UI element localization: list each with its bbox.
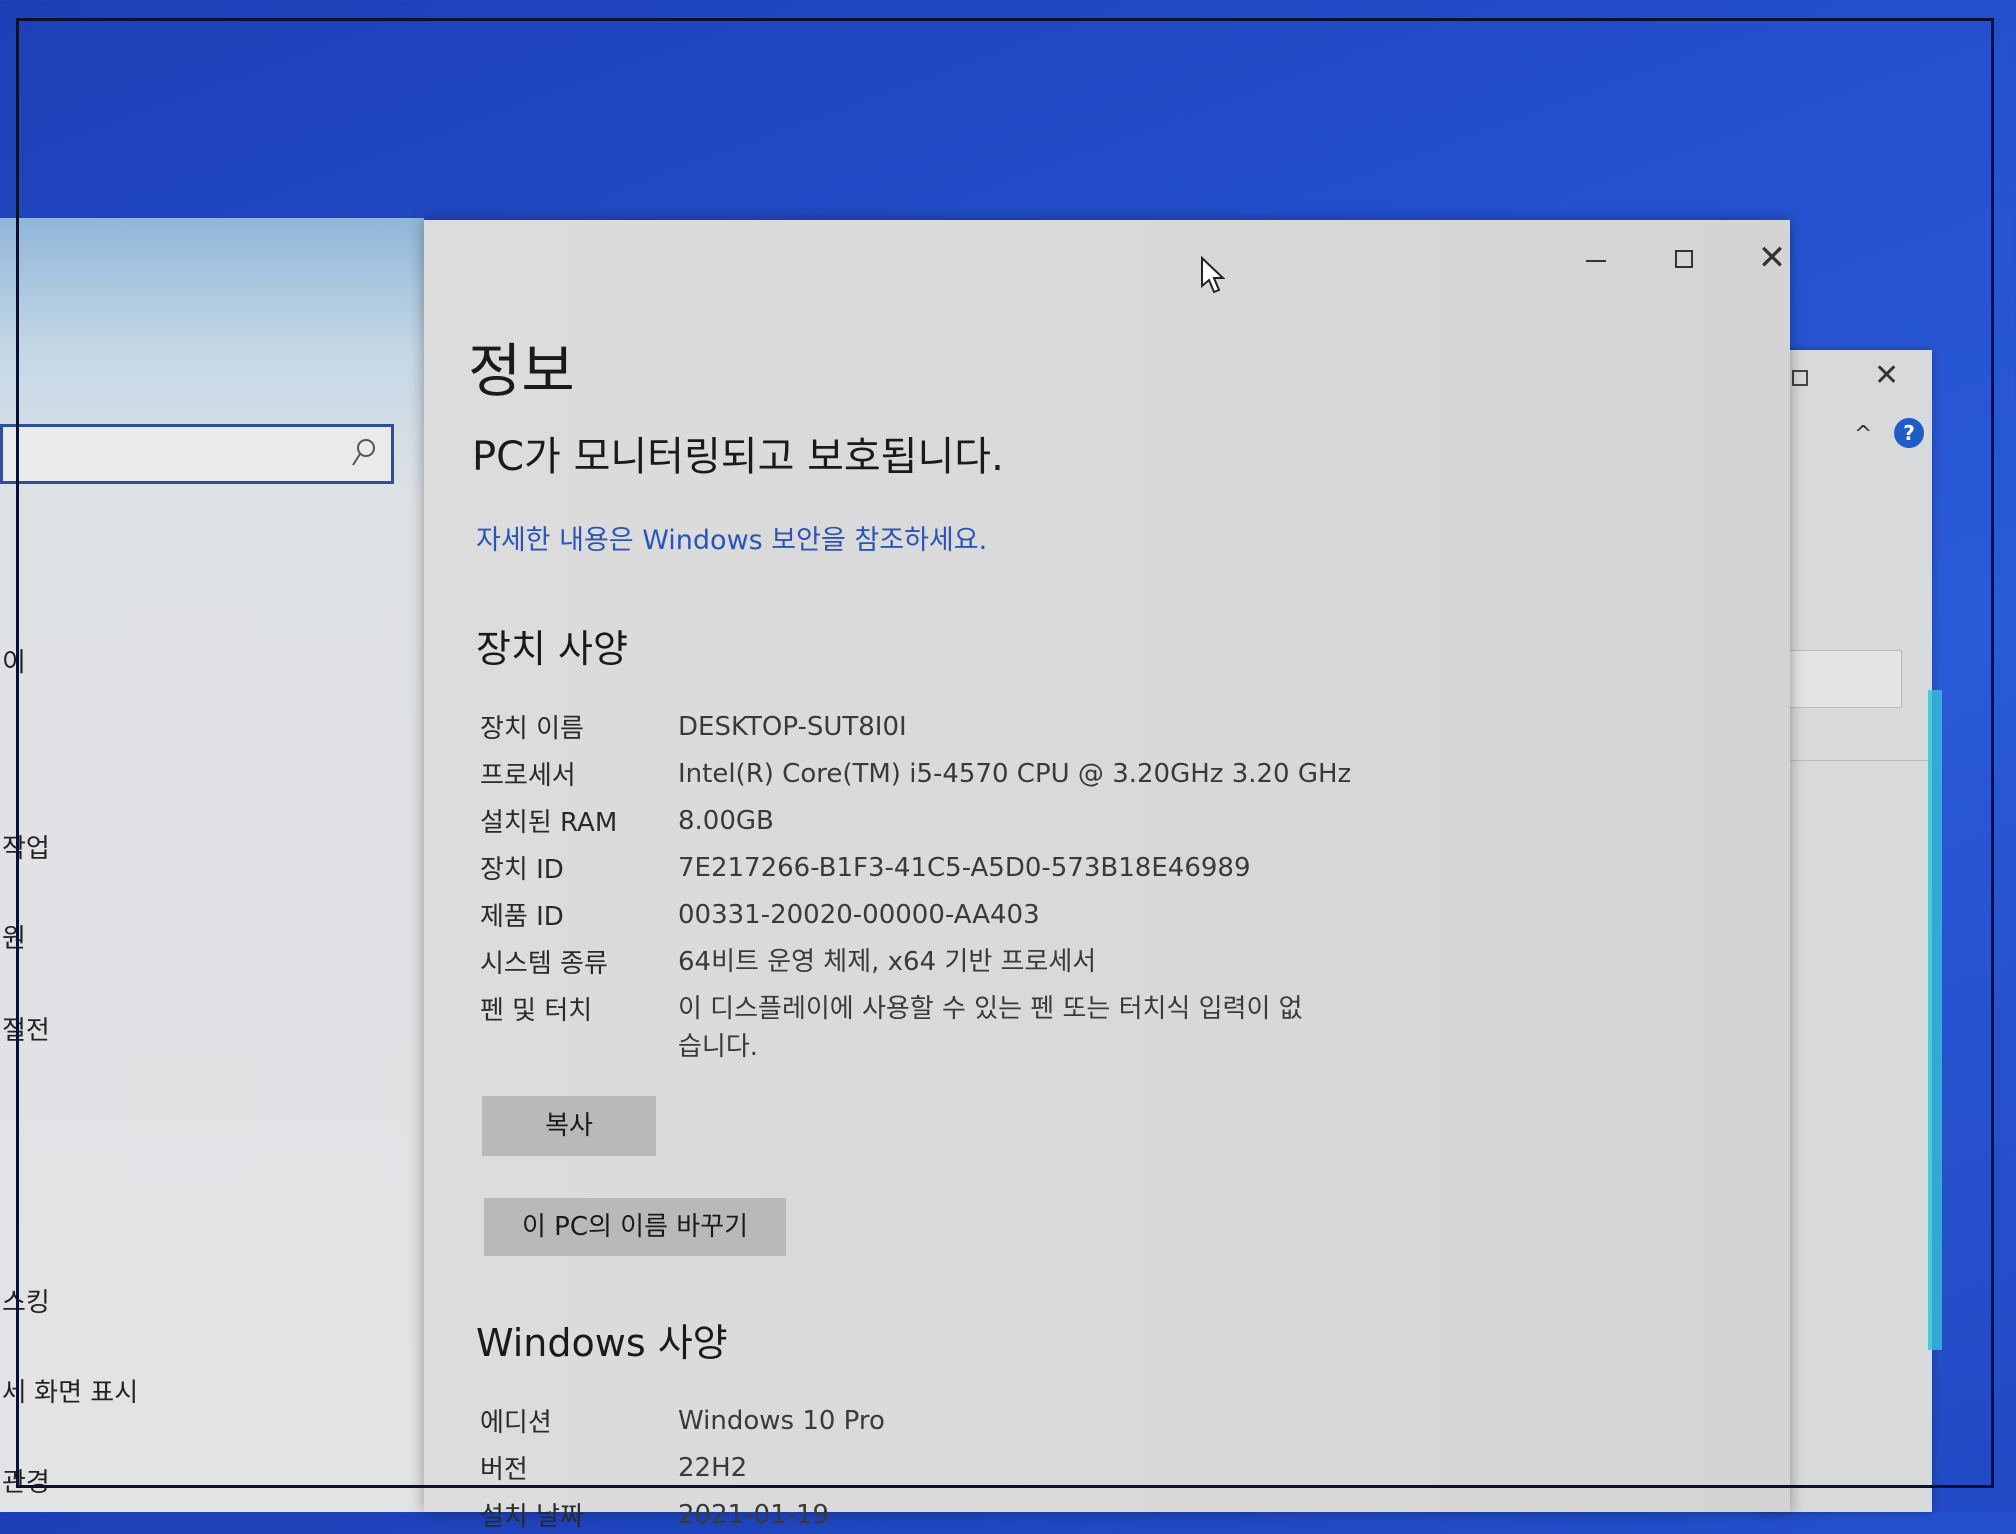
background-accent-strip [1928,690,1942,1350]
spec-value: 22H2 [678,1453,748,1483]
spec-value: 8.00GB [678,806,774,836]
spec-label: 장치 ID [480,855,564,885]
sidebar-item-6[interactable]: 세 화면 표시 [2,1372,138,1409]
sidebar-item-7[interactable]: 관경 [2,1462,50,1499]
spec-value: 7E217266-B1F3-41C5-A5D0-573B18E46989 [678,853,1251,883]
sidebar-item-2[interactable]: 작업 [2,828,50,865]
chevron-up-icon[interactable]: ^ [1854,422,1872,447]
background-input-field[interactable] [1780,650,1902,708]
spec-label: 펜 및 터치 [480,996,593,1026]
windows-specs-heading: Windows 사양 [476,1321,728,1365]
mouse-cursor-icon [1201,256,1226,294]
spec-value: 00331-20020-00000-AA403 [678,900,1040,930]
background-maximize-icon[interactable] [1792,370,1808,386]
about-window: ✕ 정보 PC가 모니터링되고 보호됩니다. 자세한 내용은 Windows 보… [424,220,1790,1532]
rename-pc-button[interactable]: 이 PC의 이름 바꾸기 [484,1198,786,1256]
spec-label: 프로세서 [480,761,576,791]
spec-label: 설치 날짜 [480,1502,584,1532]
settings-sidebar: 이 작업 원 절전 스킹 세 화면 표시 관경 [0,218,424,1512]
spec-label: 에디션 [480,1408,552,1438]
spec-label: 장치 이름 [480,714,584,744]
spec-value: 2021-01-19 [678,1500,830,1530]
protection-status: PC가 모니터링되고 보호됩니다. [472,434,1004,480]
page-title: 정보 [468,337,575,405]
sidebar-item-1[interactable]: 이 [2,642,26,679]
spec-label: 제품 ID [480,902,564,932]
maximize-button[interactable] [1654,238,1714,278]
spec-value: Windows 10 Pro [678,1406,885,1436]
minimize-button[interactable] [1566,238,1626,278]
device-specs-heading: 장치 사양 [476,627,628,671]
close-button[interactable]: ✕ [1742,238,1802,278]
spec-label: 설치된 RAM [480,808,618,838]
sidebar-item-3[interactable]: 원 [2,918,26,955]
copy-button[interactable]: 복사 [482,1096,656,1156]
windows-security-link[interactable]: 자세한 내용은 Windows 보안을 참조하세요. [476,518,987,557]
spec-label: 시스템 종류 [480,949,608,979]
spec-value: 이 디스플레이에 사용할 수 있는 펜 또는 터치식 입력이 없습니다. [678,994,1303,1062]
search-input[interactable] [0,424,394,484]
sidebar-item-4[interactable]: 절전 [2,1010,50,1047]
background-close-icon[interactable]: ✕ [1874,358,1899,393]
sidebar-item-5[interactable]: 스킹 [2,1282,50,1319]
spec-value: Intel(R) Core(TM) i5-4570 CPU @ 3.20GHz … [678,759,1352,789]
help-icon[interactable]: ? [1894,418,1924,448]
search-icon [352,439,375,466]
spec-label: 버전 [480,1455,528,1485]
spec-value: DESKTOP-SUT8I0I [678,712,907,742]
spec-value: 64비트 운영 체제, x64 기반 프로세서 [678,947,1097,977]
background-divider [1780,760,1930,761]
